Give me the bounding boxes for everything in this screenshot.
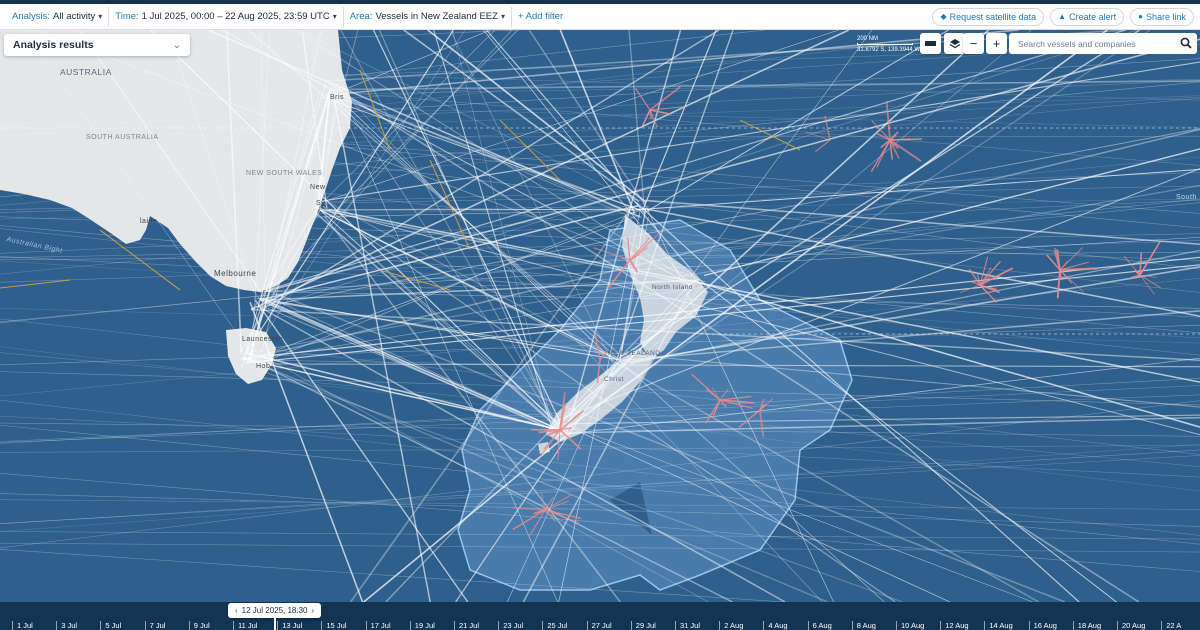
timeline-tick: 15 Jul (321, 621, 346, 630)
chevron-left-icon[interactable]: ‹ (231, 606, 242, 615)
request-satellite-label: Request satellite data (949, 11, 1037, 22)
timeline-tick: 17 Jul (365, 621, 391, 630)
timeline-tick: 11 Jul (233, 621, 257, 630)
timeline-tick: 4 Aug (763, 621, 788, 630)
map-coordinates: 31.8792 S, 139.3944 W (857, 47, 921, 53)
time-filter-value: 1 Jul 2025, 00:00 – 22 Aug 2025, 23:59 U… (141, 11, 330, 22)
add-filter-button[interactable]: + Add filter (512, 7, 569, 27)
timeline-tick: 25 Jul (542, 621, 567, 630)
map-svg (0, 30, 1200, 602)
label-newcastle: New (310, 184, 326, 191)
share-link-label: Share link (1145, 11, 1186, 22)
label-christchurch: Christ (604, 376, 624, 383)
time-filter-label: Time: (115, 11, 139, 22)
share-link-button[interactable]: ● Share link (1130, 7, 1194, 26)
analysis-filter[interactable]: Analysis: All activity ▾ (6, 6, 110, 27)
analysis-results-title: Analysis results (13, 39, 94, 51)
timeline-tick: 3 Jul (56, 621, 77, 630)
timeline-tick: 2 Aug (719, 621, 743, 630)
scale-distance: 200 NM (857, 36, 879, 42)
time-filter[interactable]: Time: 1 Jul 2025, 00:00 – 22 Aug 2025, 2… (109, 6, 344, 27)
map-canvas[interactable]: AUSTRALIA SOUTH AUSTRALIA NEW SOUTH WALE… (0, 30, 1200, 602)
timeline-tick: 10 Aug (896, 621, 924, 630)
label-north-island: North Island (652, 284, 694, 291)
label-new-zealand: NEW ZEALAND (608, 350, 661, 357)
timeline-tick: 1 Jul (12, 621, 33, 630)
timeline-tick: 31 Jul (675, 621, 700, 630)
chevron-down-icon: ▾ (332, 12, 337, 21)
filter-toolbar: Analysis: All activity ▾ Time: 1 Jul 202… (0, 4, 1200, 30)
timeline-current-value: 12 Jul 2025, 18:30 (241, 606, 308, 615)
chevron-down-icon: ▾ (98, 12, 103, 21)
timeline-tick: 20 Aug (1117, 621, 1145, 630)
create-alert-button[interactable]: ▲ Create alert (1050, 7, 1125, 26)
label-sydney: Sy (316, 200, 326, 207)
timeline-tick: 16 Aug (1028, 621, 1057, 630)
zoom-in-button[interactable]: + (986, 33, 1007, 54)
map-scale: 200 NM 31.8792 S, 139.3944 W (857, 35, 920, 54)
timeline-tick: 19 Jul (409, 621, 435, 630)
timeline-tick: 9 Jul (188, 621, 210, 630)
timeline-tick: 29 Jul (630, 621, 656, 630)
chevron-down-icon: ⌄ (172, 39, 181, 51)
timeline-tick: 8 Aug (851, 621, 876, 630)
timeline-tick: 5 Jul (100, 621, 121, 630)
timeline-tick: 12 Aug (940, 621, 969, 630)
timeline-tick: 18 Aug (1072, 621, 1101, 630)
timeline-tick: 13 Jul (277, 621, 302, 630)
ruler-button[interactable] (920, 33, 941, 54)
label-melbourne: Melbourne (214, 269, 257, 278)
chevron-right-icon[interactable]: › (308, 606, 319, 615)
timeline-tick: 6 Aug (807, 621, 832, 630)
label-launceston: Launceston (242, 336, 284, 343)
label-south: South (1176, 194, 1197, 201)
analysis-filter-label: Analysis: (12, 11, 51, 22)
label-australia: AUSTRALIA (60, 67, 112, 77)
timeline-tick: 7 Jul (144, 621, 165, 630)
plus-icon: + (992, 36, 1001, 51)
analysis-results-panel[interactable]: Analysis results ⌄ (4, 34, 190, 56)
bell-icon: ▲ (1058, 12, 1067, 21)
timeline-tick: 22 A (1161, 621, 1181, 630)
layers-icon (949, 38, 960, 48)
layers-button[interactable] (944, 33, 965, 54)
search-icon[interactable] (1180, 37, 1192, 49)
timeline-tick: 14 Aug (984, 621, 1013, 630)
minus-icon: − (969, 36, 978, 51)
request-satellite-button[interactable]: ◆ Request satellite data (932, 7, 1045, 26)
timeline-tick: 21 Jul (454, 621, 479, 630)
area-filter-label: Area: (349, 11, 373, 22)
label-south-australia: SOUTH AUSTRALIA (86, 134, 159, 141)
timeline-current: ‹ 12 Jul 2025, 18:30 › (228, 603, 322, 618)
zoom-out-button[interactable]: − (963, 33, 984, 54)
ruler-icon (925, 41, 936, 46)
area-filter-value: Vessels in New Zealand EEZ (375, 11, 498, 22)
fishing-track (889, 138, 922, 141)
chevron-down-icon: ▾ (500, 12, 505, 21)
timeline-tick: 27 Jul (586, 621, 612, 630)
timeline-tick: 23 Jul (498, 621, 523, 630)
satellite-icon: ◆ (940, 12, 947, 21)
users-icon: ● (1138, 12, 1143, 21)
label-adelaide: laide (140, 218, 158, 225)
label-nsw: NEW SOUTH WALES (246, 170, 323, 177)
timeline-ticks: 1 Jul 3 Jul 5 Jul 7 Jul 9 Jul 11 Jul 13 Jul 15 … (0, 621, 1200, 630)
create-alert-label: Create alert (1069, 11, 1117, 22)
area-filter[interactable]: Area: Vessels in New Zealand EEZ ▾ (344, 6, 512, 27)
scale-bar (857, 43, 913, 45)
search-input[interactable] (1009, 33, 1197, 54)
label-hobart: Hob (256, 363, 271, 370)
label-brisbane: Bris (330, 94, 345, 101)
analysis-filter-value: All activity (53, 11, 96, 22)
